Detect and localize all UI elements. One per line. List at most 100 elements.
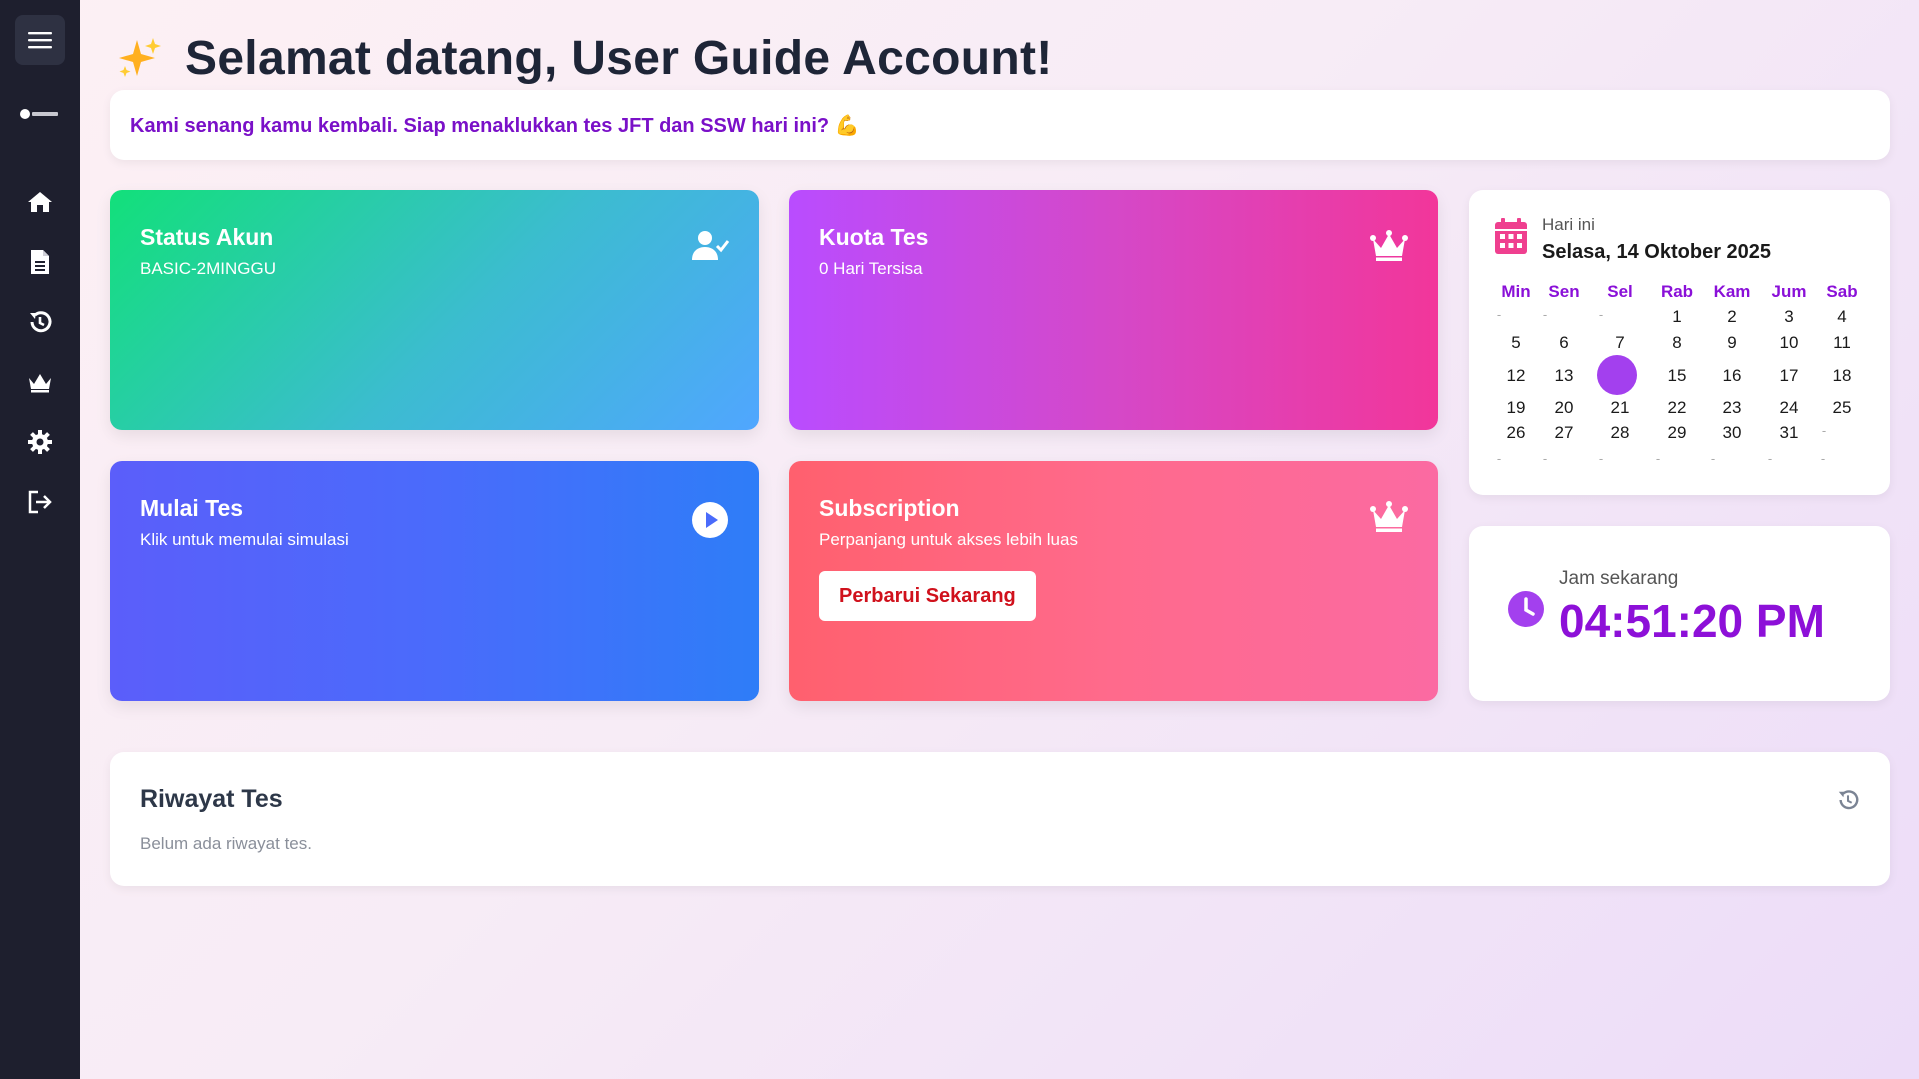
calendar-empty-cell: - (1710, 451, 1716, 466)
calendar-day-cell: 5 (1511, 333, 1521, 352)
calendar-empty-cell: - (1655, 451, 1661, 466)
status-card: Status Akun BASIC-2MINGGU (110, 190, 759, 430)
quota-card-value: 0 Hari Tersisa (819, 259, 923, 278)
calendar-day-cell: 16 (1722, 366, 1742, 385)
calendar-day-cell: 7 (1615, 333, 1625, 352)
document-icon (31, 250, 49, 274)
page-title: Selamat datang, User Guide Account! (115, 28, 1053, 88)
start-test-card[interactable]: Mulai Tes Klik untuk memulai simulasi (110, 461, 759, 701)
hamburger-icon (28, 32, 52, 49)
crown-icon (1370, 230, 1408, 261)
today-highlight (1597, 355, 1637, 395)
calendar-day-cell: 2 (1727, 307, 1737, 326)
start-test-subtitle: Klik untuk memulai simulasi (140, 530, 349, 549)
calendar-day-name: Sen (1548, 282, 1580, 301)
calendar-day-cell: 23 (1722, 398, 1742, 417)
sidebar-item-subscription[interactable] (17, 359, 63, 405)
home-icon (28, 192, 52, 212)
history-icon (1838, 790, 1859, 810)
sidebar (0, 0, 80, 1079)
calendar-day-cell: 31 (1779, 423, 1799, 442)
calendar-empty-cell: - (1598, 307, 1604, 322)
gear-icon (28, 430, 52, 454)
clock-label: Jam sekarang (1559, 568, 1679, 589)
subscription-title: Subscription (819, 495, 960, 521)
calendar-day-name: Kam (1713, 282, 1751, 301)
calendar-day-cell: 3 (1784, 307, 1794, 326)
crown-icon (29, 374, 51, 393)
subscription-subtitle: Perpanjang untuk akses lebih luas (819, 530, 1078, 549)
calendar-day-name: Jum (1771, 282, 1807, 301)
welcome-text: Selamat datang, User Guide Account! (185, 31, 1053, 85)
calendar-day-cell: 9 (1727, 333, 1737, 352)
calendar-week-row: ------- (1469, 451, 1890, 471)
calendar-day-cell: 18 (1832, 366, 1852, 385)
quota-card: Kuota Tes 0 Hari Tersisa (789, 190, 1438, 430)
calendar-day-name: Sel (1607, 282, 1633, 301)
sidebar-item-history[interactable] (17, 299, 63, 345)
calendar-day-cell: 21 (1610, 398, 1630, 417)
calendar-day-cell: 24 (1779, 398, 1799, 417)
sidebar-item-home[interactable] (17, 179, 63, 225)
calendar-day-cell: 19 (1506, 398, 1526, 417)
renew-button[interactable]: Perbarui Sekarang (819, 571, 1036, 621)
calendar-week-row: 5 6 7 8 9 10 11 (1469, 333, 1890, 353)
welcome-banner: Kami senang kamu kembali. Siap menaklukk… (110, 90, 1890, 160)
calendar-label: Hari ini (1542, 215, 1595, 234)
crown-icon (1370, 501, 1408, 532)
calendar-day-cell: 12 (1506, 366, 1526, 385)
calendar-day-cell: 25 (1832, 398, 1852, 417)
calendar-day-cell: 6 (1559, 333, 1569, 352)
history-title: Riwayat Tes (140, 785, 283, 813)
banner-text: Kami senang kamu kembali. Siap menaklukk… (130, 114, 860, 137)
calendar-week-row: - - - 1 2 3 4 (1469, 307, 1890, 327)
app-logo (20, 108, 60, 120)
calendar-day-cell: 15 (1667, 366, 1687, 385)
calendar-week-row: 12131415161718 (1469, 366, 1890, 386)
calendar-date: Selasa, 14 Oktober 2025 (1542, 241, 1772, 263)
calendar-widget: Hari ini Selasa, 14 Oktober 2025 Min Sen S… (1469, 190, 1890, 495)
calendar-day-cell: 28 (1610, 423, 1630, 442)
status-card-value: BASIC-2MINGGU (140, 259, 277, 278)
calendar-day-name: Min (1501, 282, 1531, 301)
status-card-title: Status Akun (140, 224, 274, 250)
sidebar-item-document[interactable] (17, 239, 63, 285)
calendar-day-cell: 22 (1667, 398, 1687, 417)
sidebar-item-settings[interactable] (17, 419, 63, 465)
calendar-day-name: Sab (1826, 282, 1858, 301)
calendar-empty-cell: - (1820, 451, 1826, 466)
calendar-day-cell: 17 (1779, 366, 1799, 385)
calendar-empty-cell: - (1542, 307, 1548, 322)
calendar-empty-cell: - (1542, 451, 1548, 466)
quota-card-title: Kuota Tes (819, 224, 929, 250)
history-icon (30, 311, 52, 333)
calendar-day-cell: 11 (1833, 333, 1851, 352)
calendar-day-cell: 29 (1667, 423, 1687, 442)
menu-toggle-button[interactable] (15, 15, 65, 65)
calendar-empty-cell: - (1496, 451, 1502, 466)
calendar-week-row: 26 27 28 29 30 31 - (1469, 423, 1890, 443)
logout-icon (28, 490, 52, 514)
calendar-day-cell: 8 (1672, 333, 1682, 352)
calendar-day-cell: 13 (1554, 366, 1574, 385)
calendar-empty-cell: - (1767, 451, 1773, 466)
calendar-day-cell: 10 (1779, 333, 1799, 352)
calendar-empty-cell: - (1496, 307, 1502, 322)
clock-time: 04:51:20 PM (1559, 595, 1825, 647)
sidebar-item-logout[interactable] (17, 479, 63, 525)
subscription-card: Subscription Perpanjang untuk akses lebi… (789, 461, 1438, 701)
calendar-day-cell: 26 (1506, 423, 1526, 442)
calendar-day-name: Rab (1660, 282, 1694, 301)
sparkle-icon (119, 38, 161, 77)
calendar-empty-cell: - (1821, 423, 1827, 438)
calendar-day-cell: 1 (1672, 307, 1682, 326)
calendar-day-cell: 20 (1554, 398, 1574, 417)
play-circle-icon[interactable] (691, 501, 729, 539)
main-content: Selamat datang, User Guide Account! Kami… (80, 0, 1919, 1079)
calendar-day-cell: 27 (1554, 423, 1574, 442)
user-check-icon (692, 231, 729, 260)
calendar-day-cell: 30 (1722, 423, 1742, 442)
calendar-day-cell: 4 (1837, 307, 1847, 326)
calendar-icon (1495, 218, 1527, 254)
clock-widget: Jam sekarang 04:51:20 PM (1469, 526, 1890, 701)
